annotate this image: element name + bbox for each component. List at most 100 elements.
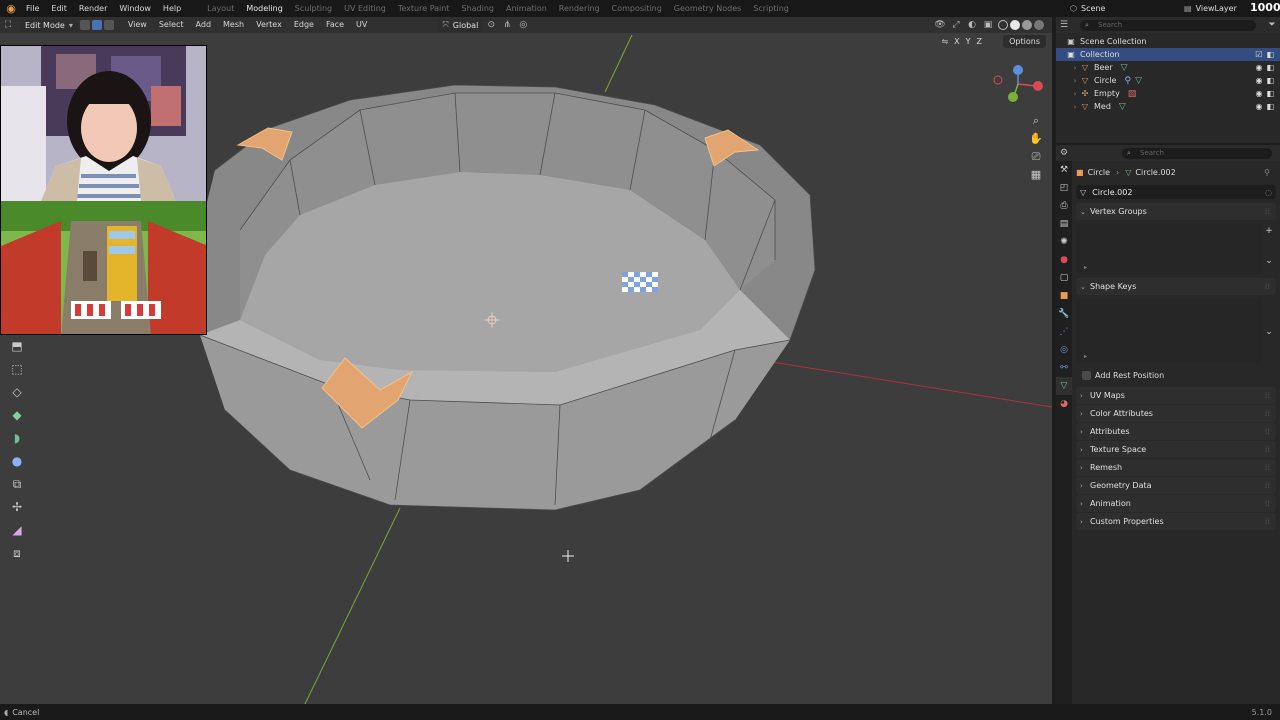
particles-tab-icon[interactable]: ⋰ [1056,323,1072,341]
scene-tab-icon[interactable]: ✺ [1056,233,1072,251]
outliner-item-med[interactable]: › ▽ Med ▽ ◉ ◧ [1056,100,1280,113]
menu-face[interactable]: Face [320,17,350,33]
solid-shading-button[interactable] [1010,20,1020,30]
tab-modeling[interactable]: Modeling [240,0,288,17]
menu-edge[interactable]: Edge [288,17,320,33]
fake-user-icon[interactable]: ◌ [1265,188,1272,197]
shape-keys-list[interactable]: ⌄ ▸ [1076,299,1273,363]
menu-mesh[interactable]: Mesh [217,17,250,33]
outliner-search-input[interactable]: ⌕ Search [1080,19,1256,31]
filter-icon[interactable]: ⏷ [1266,19,1278,31]
tab-shading[interactable]: Shading [455,0,500,17]
physics-tab-icon[interactable]: ◎ [1056,341,1072,359]
vertex-groups-section[interactable]: ⌄ Vertex Groups ⁞⁞ [1076,203,1276,220]
outliner-item-empty[interactable]: › ✣ Empty ▨ ◉ ◧ [1056,87,1280,100]
tab-animation[interactable]: Animation [500,0,553,17]
drag-handle-icon[interactable]: ⁞⁞ [1265,282,1270,291]
drag-handle-icon[interactable]: ⁞⁞ [1265,481,1270,490]
chevron-right-icon[interactable]: › [1070,103,1080,111]
eye-icon[interactable]: ◉ [1255,102,1262,111]
options-button[interactable]: Options [1003,35,1046,48]
drag-handle-icon[interactable]: ⁞⁞ [1265,463,1270,472]
drag-handle-icon[interactable]: ⁞⁞ [1265,499,1270,508]
drag-handle-icon[interactable]: ⁞⁞ [1265,517,1270,526]
geometry-data-section[interactable]: › Geometry Data ⁞⁞ [1076,477,1276,494]
custom-properties-section[interactable]: › Custom Properties ⁞⁞ [1076,513,1276,530]
gizmo-toggle-icon[interactable]: ⤢ [950,19,962,31]
breadcrumb-object[interactable]: Circle [1088,168,1110,177]
face-select-button[interactable] [103,20,114,30]
pivot-point-icon[interactable]: ⊙ [485,19,497,31]
mesh-datablock-field[interactable]: ▽ Circle.002 ◌ [1076,185,1276,199]
checkbox-icon[interactable]: ☑ [1255,50,1262,59]
add-icon[interactable]: + [1264,226,1274,236]
add-rest-position-row[interactable]: Add Rest Position [1076,367,1276,383]
tab-scripting[interactable]: Scripting [747,0,795,17]
mesh-data-tab-icon[interactable]: ▽ [1056,377,1072,395]
xray-toggle-icon[interactable]: ▣ [982,19,994,31]
properties-editor-icon[interactable]: ⚙ [1058,147,1070,159]
tab-rendering[interactable]: Rendering [553,0,606,17]
collection-tab-icon[interactable]: ▢ [1056,269,1072,287]
inset-tool-icon[interactable]: ⬚ [6,358,28,380]
overlay-toggle-icon[interactable]: ◐ [966,19,978,31]
perspective-toggle-icon[interactable]: ▦ [1028,166,1044,184]
outliner-editor-icon[interactable]: ☰ [1058,19,1070,31]
axis-toggle-x[interactable]: X [954,37,959,46]
poly-build-tool-icon[interactable]: ● [6,450,28,472]
constraints-tab-icon[interactable]: ⚯ [1056,359,1072,377]
list-resize-icon[interactable]: ▸ [1084,264,1087,271]
view-layer-selector[interactable]: ▤ ViewLayer [1184,2,1244,15]
camera-icon[interactable]: ◧ [1266,50,1274,59]
eye-icon[interactable]: ◉ [1255,89,1262,98]
drag-handle-icon[interactable]: ⁞⁞ [1265,391,1270,400]
axis-toggle-y[interactable]: Y [966,37,971,46]
material-shading-button[interactable] [1022,20,1032,30]
menu-help[interactable]: Help [157,0,187,17]
extrude-tool-icon[interactable]: ⬒ [6,335,28,357]
pin-icon[interactable]: ⚲ [1264,168,1270,177]
eye-icon[interactable]: ◉ [1255,63,1262,72]
uv-maps-section[interactable]: › UV Maps ⁞⁞ [1076,387,1276,404]
tab-sculpting[interactable]: Sculpting [289,0,338,17]
drag-handle-icon[interactable]: ⁞⁞ [1265,445,1270,454]
3d-viewport[interactable]: ⛶ Edit Mode ▾ View Select Add Mesh Verte… [0,17,1052,704]
rip-tool-icon[interactable]: ⧈ [6,542,28,564]
properties-search-input[interactable]: ⌕ Search [1122,147,1272,159]
camera-icon[interactable]: ◧ [1266,63,1274,72]
chevron-down-icon[interactable]: ⌄ [1264,256,1274,266]
rendered-shading-button[interactable] [1034,20,1044,30]
menu-window[interactable]: Window [113,0,157,17]
tool-tab-icon[interactable]: ⚒ [1056,161,1072,179]
menu-uv[interactable]: UV [350,17,373,33]
zoom-icon[interactable]: ⌕ [1028,112,1044,130]
menu-add[interactable]: Add [190,17,218,33]
pan-hand-icon[interactable]: ✋ [1028,130,1044,148]
collection-row[interactable]: ▣ Collection ☑ ◧ [1056,48,1280,61]
eye-icon[interactable]: ◉ [1255,76,1262,85]
outliner-item-beer[interactable]: › ▽ Beer ▽ ◉ ◧ [1056,61,1280,74]
add-rest-position-checkbox[interactable] [1082,370,1091,380]
camera-icon[interactable]: ◧ [1266,76,1274,85]
render-tab-icon[interactable]: ◰ [1056,179,1072,197]
remesh-section[interactable]: › Remesh ⁞⁞ [1076,459,1276,476]
vertex-select-button[interactable] [79,20,90,30]
list-resize-icon[interactable]: ▸ [1084,353,1087,360]
outliner-item-circle[interactable]: › ▽ Circle ⚲ ▽ ◉ ◧ [1056,74,1280,87]
snap-icon[interactable]: ⋔ [501,19,513,31]
material-tab-icon[interactable]: ◕ [1056,395,1072,413]
camera-icon[interactable]: ◧ [1266,89,1274,98]
object-tab-icon[interactable]: ■ [1056,287,1072,305]
tab-compositing[interactable]: Compositing [606,0,668,17]
chevron-right-icon[interactable]: › [1070,90,1080,98]
drag-handle-icon[interactable]: ⁞⁞ [1265,409,1270,418]
scene-collection-row[interactable]: ▣ Scene Collection [1056,35,1280,48]
tab-layout[interactable]: Layout [201,0,240,17]
view-layer-tab-icon[interactable]: ▤ [1056,215,1072,233]
shrink-fatten-tool-icon[interactable]: ◢ [6,519,28,541]
tab-uv-editing[interactable]: UV Editing [338,0,392,17]
menu-select[interactable]: Select [153,17,190,33]
camera-view-icon[interactable]: ⎚ [1028,148,1044,166]
chevron-down-icon[interactable]: ⌄ [1264,327,1274,337]
edge-select-button[interactable] [91,20,102,30]
